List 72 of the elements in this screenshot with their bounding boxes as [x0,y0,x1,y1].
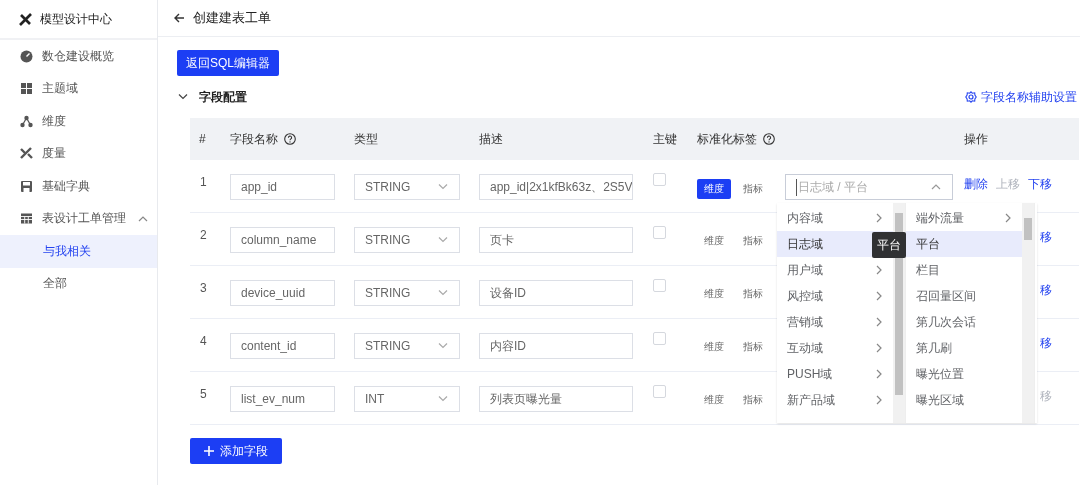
type-select[interactable]: STRING [354,227,460,253]
tag-option[interactable]: 维度 [697,179,731,199]
sidebar-item[interactable]: 数仓建设概览 [0,40,157,73]
type-select[interactable]: INT [354,386,460,412]
type-select[interactable]: STRING [354,280,460,306]
cascader-option[interactable]: 端外流量 [906,205,1022,231]
field-name-input[interactable]: list_ev_num [230,386,335,412]
cascader-option[interactable]: 互动域 [777,335,893,361]
row-number: 4 [199,333,208,348]
sidebar-item[interactable]: 维度 [0,105,157,138]
column-header: 描述 [479,130,503,148]
row-number: 2 [199,227,208,242]
cascader-option[interactable]: 召回量区间 [906,283,1022,309]
sidebar-item[interactable]: 基础字典 [0,170,157,203]
tag-option[interactable]: 指标 [736,179,770,199]
back-to-sql-editor-button[interactable]: 返回SQL编辑器 [177,50,279,76]
column-header: 字段名称 [230,130,278,148]
page-title: 创建建表工单 [193,9,271,27]
tag-option[interactable]: 维度 [697,337,731,357]
cascader-option[interactable]: 风控域 [777,283,893,309]
tooltip: 平台 [872,232,906,258]
description-input[interactable]: app_id|2x1kfBk63z、2S5V [479,174,633,200]
cascader-option[interactable]: 曝光区域 [906,387,1022,413]
column-header: 操作 [964,130,988,148]
tag-option[interactable]: 维度 [697,284,731,304]
row-action-link[interactable]: 下移 [1028,176,1052,193]
description-input[interactable]: 内容ID [479,333,633,359]
cascader-option[interactable]: 栏目 [906,257,1022,283]
cascader-option[interactable]: 曝光位置 [906,361,1022,387]
row-action-link[interactable]: 移 [1040,335,1052,352]
tag-option[interactable]: 指标 [736,337,770,357]
sidebar-item[interactable]: 度量 [0,137,157,170]
cascader-option[interactable]: 营销域 [777,309,893,335]
cascader-option[interactable]: 第几刷 [906,335,1022,361]
cascader-option[interactable]: 第几次会话 [906,309,1022,335]
sidebar-item[interactable]: 全部 [0,267,157,300]
cascader-option[interactable]: PUSH域 [777,361,893,387]
column-header: 标准化标签 [697,130,757,148]
column-header: 类型 [354,130,378,148]
field-name-input[interactable]: content_id [230,333,335,359]
app-title: 模型设计中心 [40,10,112,28]
sidebar-item[interactable]: 与我相关 [0,235,157,268]
row-action-link[interactable]: 移 [1040,282,1052,299]
tag-option[interactable]: 指标 [736,390,770,410]
column-header: # [199,132,206,146]
type-select[interactable]: STRING [354,174,460,200]
tag-option[interactable]: 指标 [736,284,770,304]
tag-option[interactable]: 指标 [736,231,770,251]
section-title: 字段配置 [199,88,247,106]
cascader-option[interactable]: 用户域 [777,257,893,283]
tag-option[interactable]: 维度 [697,231,731,251]
column-header: 主键 [653,130,677,148]
field-name-input[interactable]: device_uuid [230,280,335,306]
field-name-input[interactable]: app_id [230,174,335,200]
add-field-button[interactable]: 添加字段 [190,438,282,464]
description-input[interactable]: 列表页曝光量 [479,386,633,412]
sidebar-item[interactable]: 表设计工单管理 [0,202,157,235]
field-name-input[interactable]: column_name [230,227,335,253]
cascader-option[interactable]: 新产品域 [777,387,893,413]
row-number: 1 [199,174,208,189]
row-number: 3 [199,280,208,295]
row-action-link[interactable]: 删除 [964,176,988,193]
description-input[interactable]: 设备ID [479,280,633,306]
sidebar-item[interactable]: 主题域 [0,72,157,105]
field-name-settings-link[interactable]: 字段名称辅助设置 [965,88,1077,106]
row-action-link[interactable]: 移 [1040,229,1052,246]
tag-option[interactable]: 维度 [697,390,731,410]
description-input[interactable]: 页卡 [479,227,633,253]
type-select[interactable]: STRING [354,333,460,359]
cascader-option[interactable]: 平台 [906,231,1022,257]
cascader-option[interactable]: 内容域 [777,205,893,231]
row-number: 5 [199,386,208,401]
